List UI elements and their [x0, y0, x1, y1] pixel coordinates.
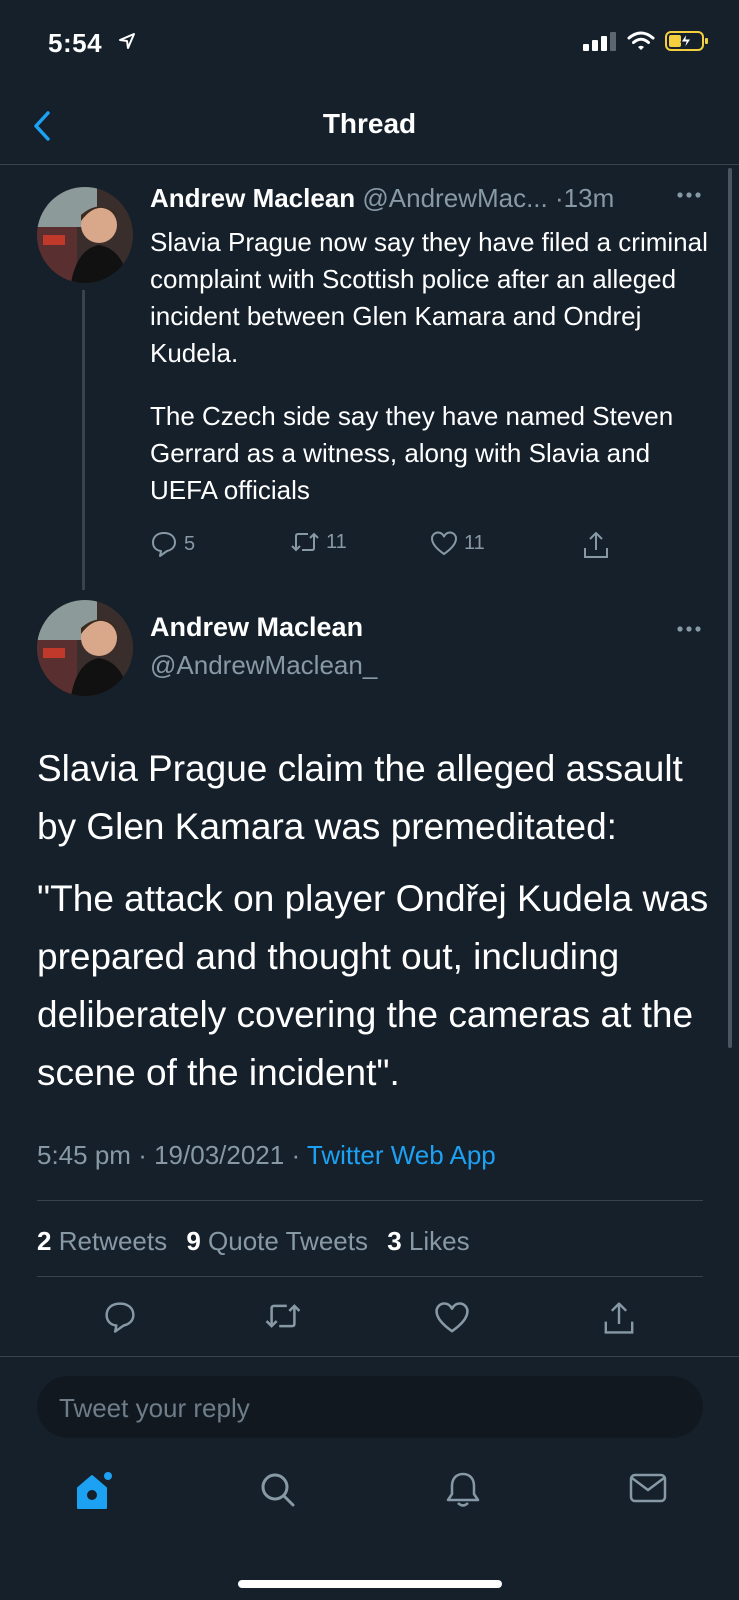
signal-icon [583, 31, 617, 56]
thread-line [82, 290, 85, 590]
tweet-time: 13m [563, 183, 615, 213]
mail-icon [629, 1473, 667, 1503]
share-icon [584, 532, 608, 558]
reply-count: 5 [184, 532, 196, 555]
home-indicator[interactable] [238, 1580, 502, 1588]
page-title: Thread [322, 108, 417, 139]
share-icon [604, 1302, 634, 1334]
quotes-stat[interactable]: 9 Quote Tweets [186, 1226, 380, 1256]
reply-button[interactable]: 5 [150, 530, 195, 558]
home-icon [77, 1472, 112, 1509]
more-icon [677, 626, 701, 632]
avatar[interactable] [37, 187, 133, 283]
header-divider [0, 164, 739, 165]
author-name[interactable]: Andrew Maclean [150, 612, 363, 643]
share-button[interactable] [602, 1300, 636, 1341]
tweet-source-link[interactable]: Twitter Web App [307, 1140, 496, 1170]
tweet-header: Andrew Maclean @AndrewMac... ·13m [150, 183, 614, 214]
tweet-paragraph: Slavia Prague claim the alleged assault … [37, 748, 683, 847]
search-icon [261, 1473, 295, 1507]
tweet-time: 5:45 pm [37, 1140, 131, 1170]
like-button[interactable] [434, 1300, 470, 1339]
tweet-paragraph: The Czech side say they have named Steve… [150, 401, 674, 505]
more-icon [677, 192, 701, 198]
author-name[interactable]: Andrew Maclean [150, 183, 355, 213]
tweet-paragraph: "The attack on player Ondřej Kudela was … [37, 878, 709, 1093]
reply-input[interactable]: Tweet your reply [37, 1376, 703, 1438]
likes-stat[interactable]: 3 Likes [387, 1226, 481, 1256]
reply-button[interactable] [103, 1300, 137, 1339]
reply-icon [152, 532, 176, 557]
nav-notifications[interactable] [444, 1470, 482, 1515]
like-count: 11 [464, 531, 485, 554]
more-options-button[interactable] [676, 186, 702, 204]
divider [37, 1276, 703, 1277]
retweet-button[interactable]: 11 [290, 530, 347, 554]
retweets-stat[interactable]: 2 Retweets [37, 1226, 179, 1256]
battery-charging-icon [665, 30, 709, 57]
bottom-nav [0, 1470, 739, 1520]
more-options-button[interactable] [676, 620, 702, 638]
author-handle[interactable]: @AndrewMaclean_ [150, 650, 377, 681]
tweet-paragraph: Slavia Prague now say they have filed a … [150, 227, 708, 368]
wifi-icon [627, 31, 655, 56]
retweet-count: 11 [326, 530, 347, 553]
location-arrow-icon [118, 32, 136, 55]
separator-dot: · [138, 1140, 147, 1170]
nav-home[interactable] [74, 1470, 114, 1517]
retweets-count: 2 [37, 1226, 52, 1256]
tweet-actions: 5 11 11 [150, 530, 630, 566]
like-button[interactable]: 11 [430, 530, 485, 556]
divider [0, 1356, 739, 1357]
separator-dot: · [291, 1140, 301, 1170]
retweets-label: Retweets [58, 1226, 168, 1256]
bell-icon [446, 1472, 480, 1507]
reply-placeholder: Tweet your reply [59, 1393, 250, 1423]
heart-icon [431, 531, 457, 555]
reply-icon [105, 1302, 135, 1333]
likes-count: 3 [387, 1226, 402, 1256]
nav-messages[interactable] [628, 1470, 668, 1511]
tweet-stats: 2 Retweets 9 Quote Tweets 3 Likes [37, 1226, 482, 1257]
main-tweet-actions [0, 1300, 739, 1340]
tweet-date: 19/03/2021 [154, 1140, 285, 1170]
avatar[interactable] [37, 600, 133, 696]
divider [37, 1200, 703, 1201]
quotes-label: Quote Tweets [208, 1226, 368, 1256]
retweet-icon [265, 1304, 301, 1328]
separator-dot: · [554, 183, 564, 213]
nav-search[interactable] [258, 1470, 298, 1515]
tweet-meta: 5:45 pm · 19/03/2021 · Twitter Web App [37, 1140, 496, 1171]
likes-label: Likes [408, 1226, 470, 1256]
retweet-button[interactable] [264, 1300, 302, 1337]
author-handle[interactable]: @AndrewMac... [362, 183, 547, 213]
status-time: 5:54 [48, 28, 103, 58]
quotes-count: 9 [186, 1226, 201, 1256]
heart-icon [435, 1302, 469, 1333]
tweet-text: Slavia Prague now say they have filed a … [150, 224, 710, 535]
tweet-text: Slavia Prague claim the alleged assault … [37, 740, 717, 1116]
share-button[interactable] [582, 530, 610, 560]
retweet-icon [291, 532, 319, 552]
scrollbar[interactable] [728, 168, 732, 1048]
